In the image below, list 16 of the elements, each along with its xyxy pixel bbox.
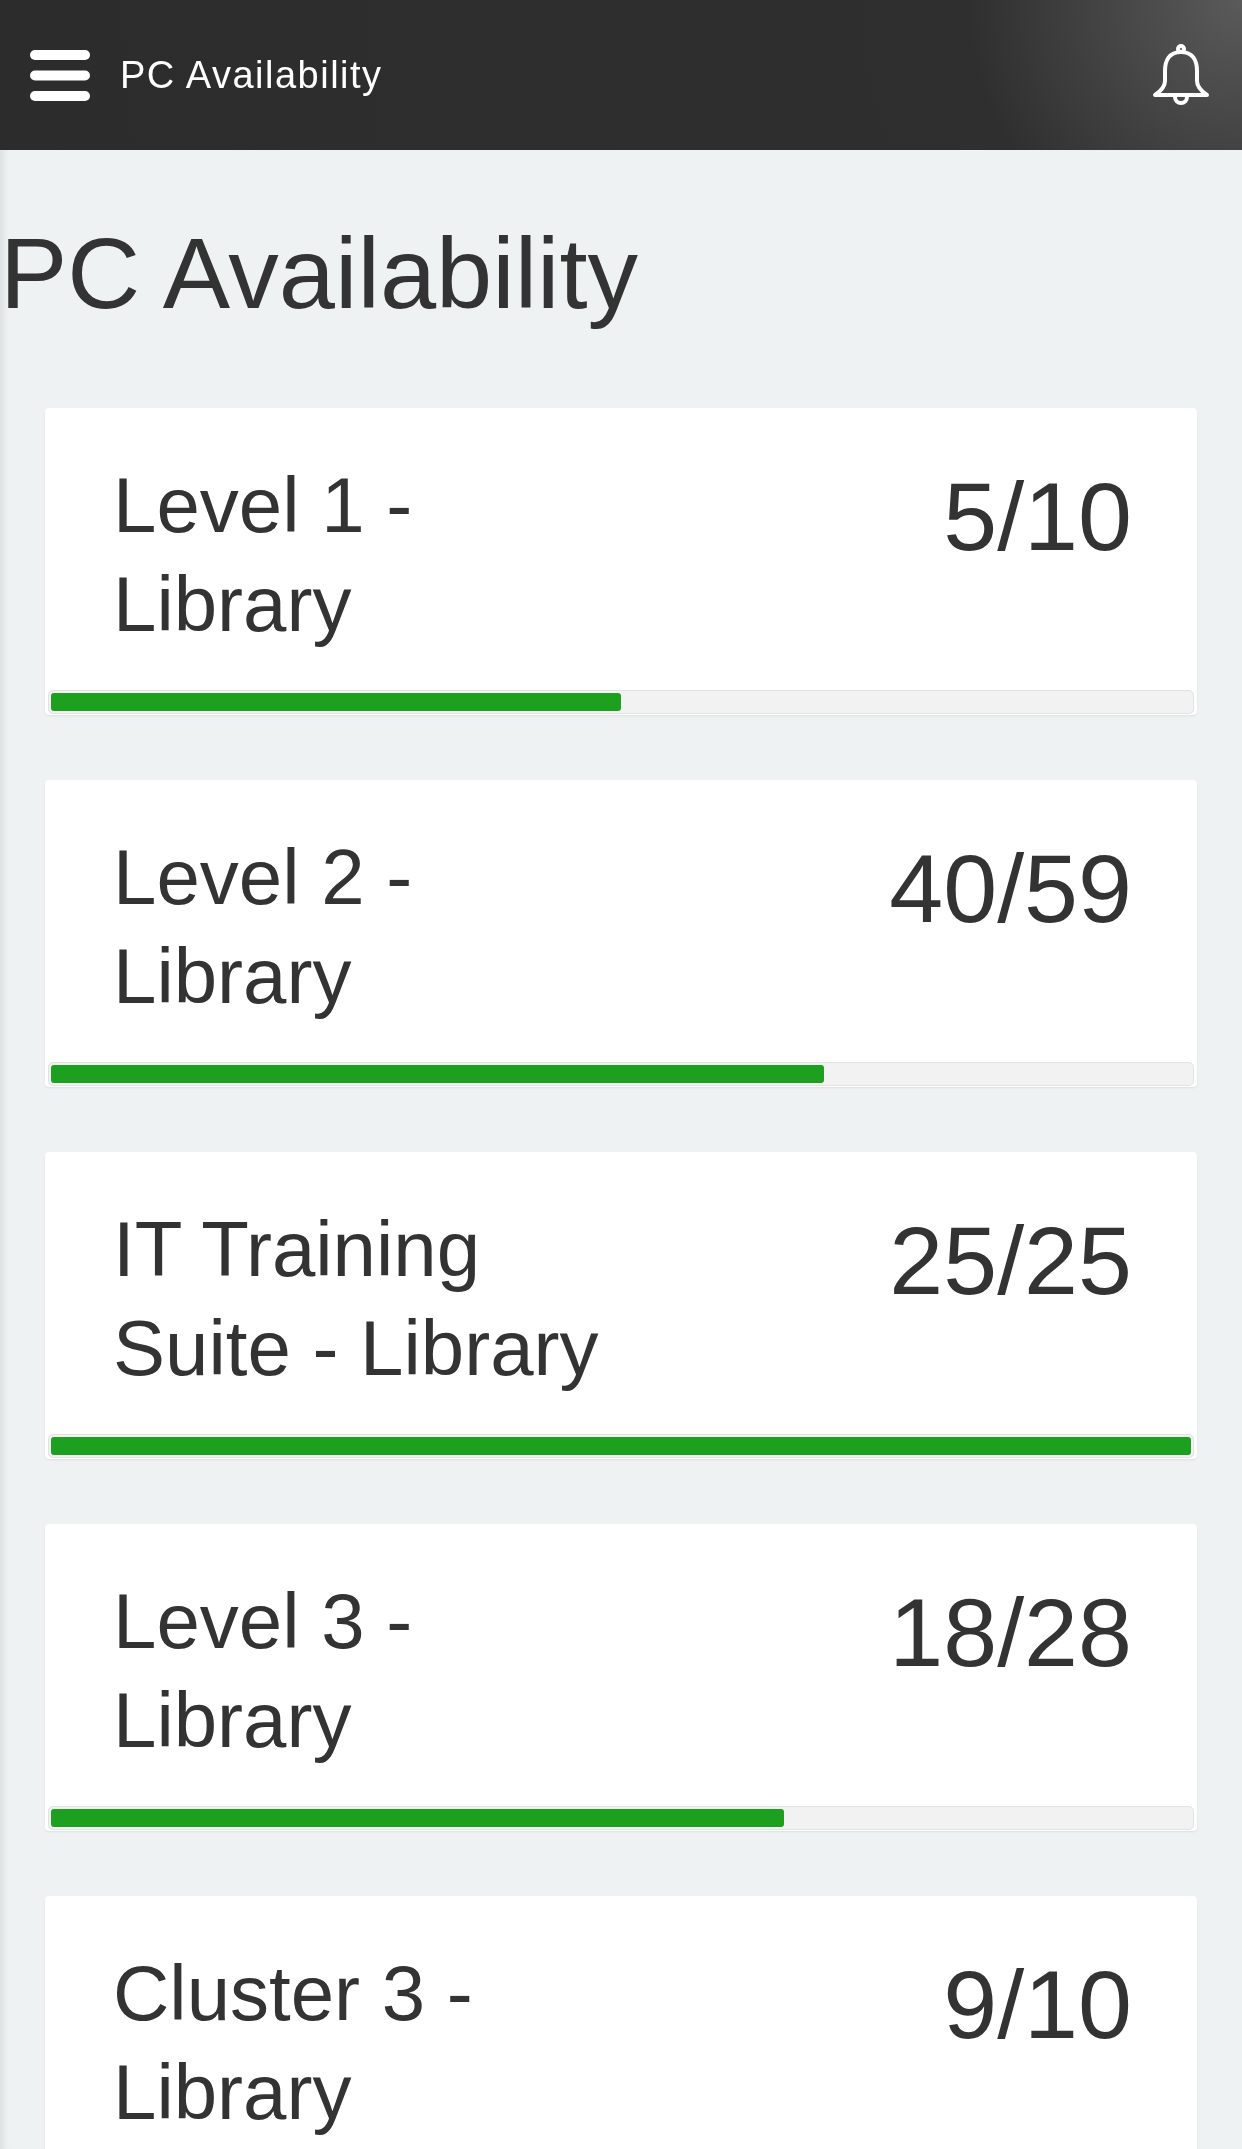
- pc-count: 5/10: [943, 468, 1132, 565]
- page-heading: PC Availability: [0, 216, 639, 331]
- bell-icon: [1152, 44, 1210, 106]
- location-name: Cluster 3 - Library: [113, 1948, 474, 2138]
- app-bar-title: PC Availability: [120, 53, 383, 97]
- menu-button[interactable]: [30, 49, 90, 101]
- notifications-button[interactable]: [1152, 44, 1210, 106]
- location-name: Level 2 - Library: [113, 832, 414, 1022]
- menu-icon: [30, 49, 90, 101]
- location-name: Level 1 - Library: [113, 460, 414, 650]
- pc-count: 18/28: [889, 1584, 1132, 1681]
- pc-count: 40/59: [889, 840, 1132, 937]
- location-name: IT Training Suite - Library: [113, 1204, 600, 1394]
- pc-count: 25/25: [889, 1212, 1132, 1309]
- pc-count: 9/10: [943, 1956, 1132, 2053]
- location-name: Level 3 - Library: [113, 1576, 414, 1766]
